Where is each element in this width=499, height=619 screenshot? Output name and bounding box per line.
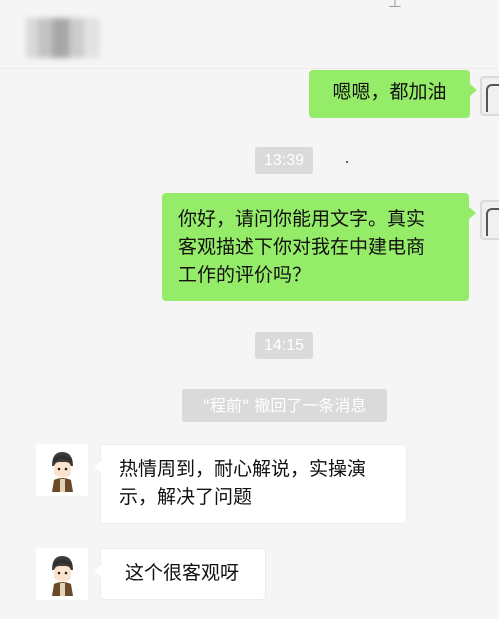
my-message-bubble[interactable]: 你好，请问你能用文字。真实 客观描述下你对我在中建电商 工作的评价吗？ <box>162 193 476 301</box>
cartoon-boy-icon <box>36 444 88 496</box>
timestamp: 13:39 <box>255 147 313 174</box>
cartoon-boy-icon <box>36 548 88 600</box>
timestamp: 14:15 <box>255 332 313 359</box>
message-line: 客观描述下你对我在中建电商 <box>178 236 426 258</box>
recall-notice: "程前" 撤回了一条消息 <box>182 389 387 422</box>
message-text: 这个很客观呀 <box>125 562 240 584</box>
contact-message-bubble[interactable]: 热情周到，耐心解说，实操演 示，解决了问题 <box>94 444 407 524</box>
stray-dot <box>346 161 348 163</box>
more-icon[interactable]: ⊥ <box>388 0 402 10</box>
contact-message-bubble[interactable]: 这个很客观呀 <box>94 548 266 600</box>
chat-header: ⊥ <box>0 0 499 69</box>
contact-avatar[interactable] <box>36 548 88 600</box>
message-line: 示，解决了问题 <box>119 486 253 508</box>
message-line: 热情周到，耐心解说，实操演 <box>119 458 367 480</box>
my-avatar[interactable] <box>480 200 499 240</box>
my-avatar[interactable] <box>480 76 499 116</box>
message-line: 工作的评价吗？ <box>178 264 312 286</box>
message-text: 嗯嗯，都加油 <box>332 81 447 103</box>
contact-avatar[interactable] <box>36 444 88 496</box>
message-line: 你好，请问你能用文字。真实 <box>178 208 426 230</box>
contact-name-blurred <box>26 18 100 58</box>
my-message-bubble[interactable]: 嗯嗯，都加油 <box>309 70 477 118</box>
